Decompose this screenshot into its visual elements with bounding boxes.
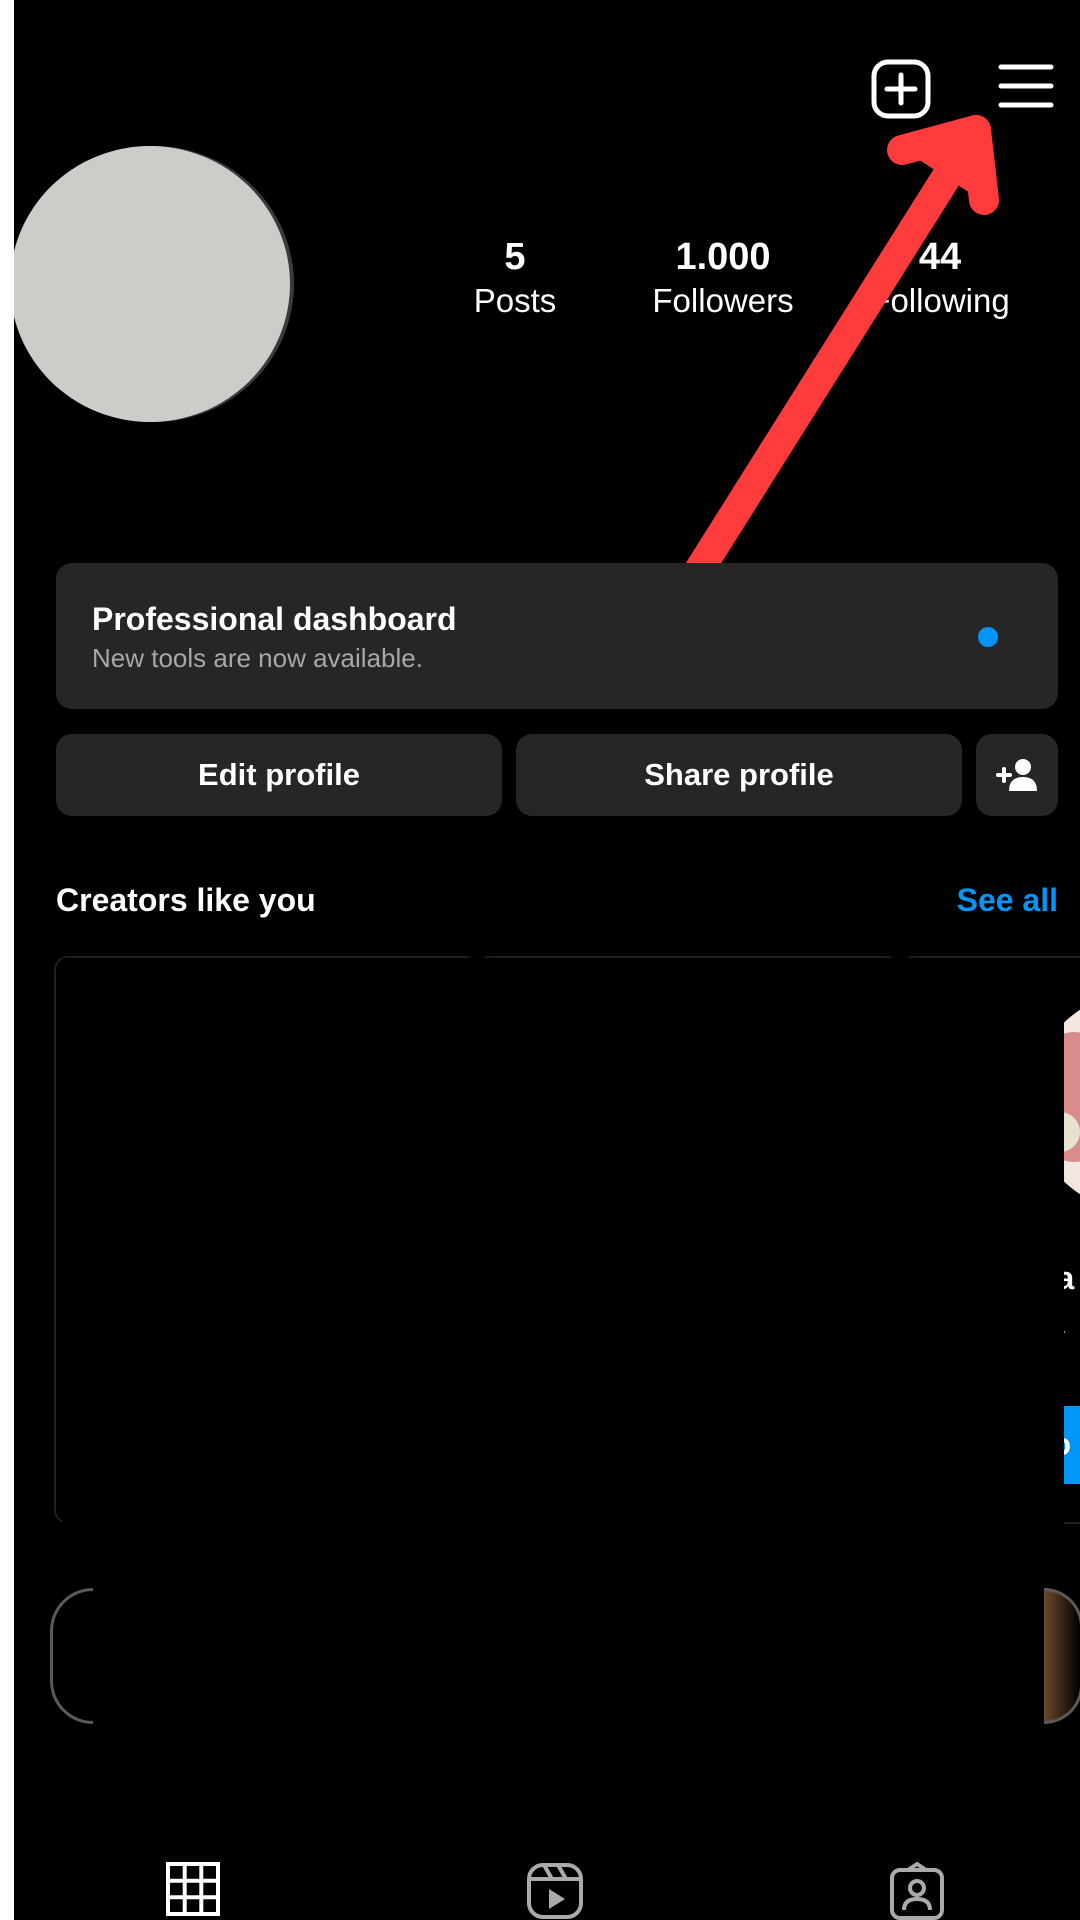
reels-icon <box>527 1863 583 1919</box>
highlight-ring[interactable] <box>1044 1588 1080 1724</box>
notification-dot <box>978 627 998 647</box>
grid-icon <box>166 1862 220 1916</box>
tagged-icon <box>890 1861 944 1920</box>
tab-posts[interactable] <box>166 1862 220 1920</box>
tab-reels[interactable] <box>526 1862 584 1920</box>
add-person-icon <box>996 759 1037 791</box>
share-profile-button[interactable]: Share profile <box>516 734 962 816</box>
discover-people-button[interactable] <box>976 734 1058 816</box>
profile-screen: 5 Posts 1.000 Followers 44 Following Pro… <box>14 0 1080 1920</box>
see-all-link[interactable]: See all <box>957 882 1058 919</box>
creators-section-title: Creators like you <box>56 882 316 918</box>
profile-tabs <box>14 1850 1080 1920</box>
professional-dashboard-card[interactable]: Professional dashboard New tools are now… <box>56 563 1058 709</box>
redaction-panel <box>62 958 1064 1718</box>
dashboard-title: Professional dashboard <box>92 601 457 637</box>
tab-tagged[interactable] <box>888 1861 946 1920</box>
edit-profile-button[interactable]: Edit profile <box>56 734 502 816</box>
highlight-ring[interactable] <box>50 1588 93 1724</box>
dashboard-subtitle: New tools are now available. <box>92 643 423 673</box>
